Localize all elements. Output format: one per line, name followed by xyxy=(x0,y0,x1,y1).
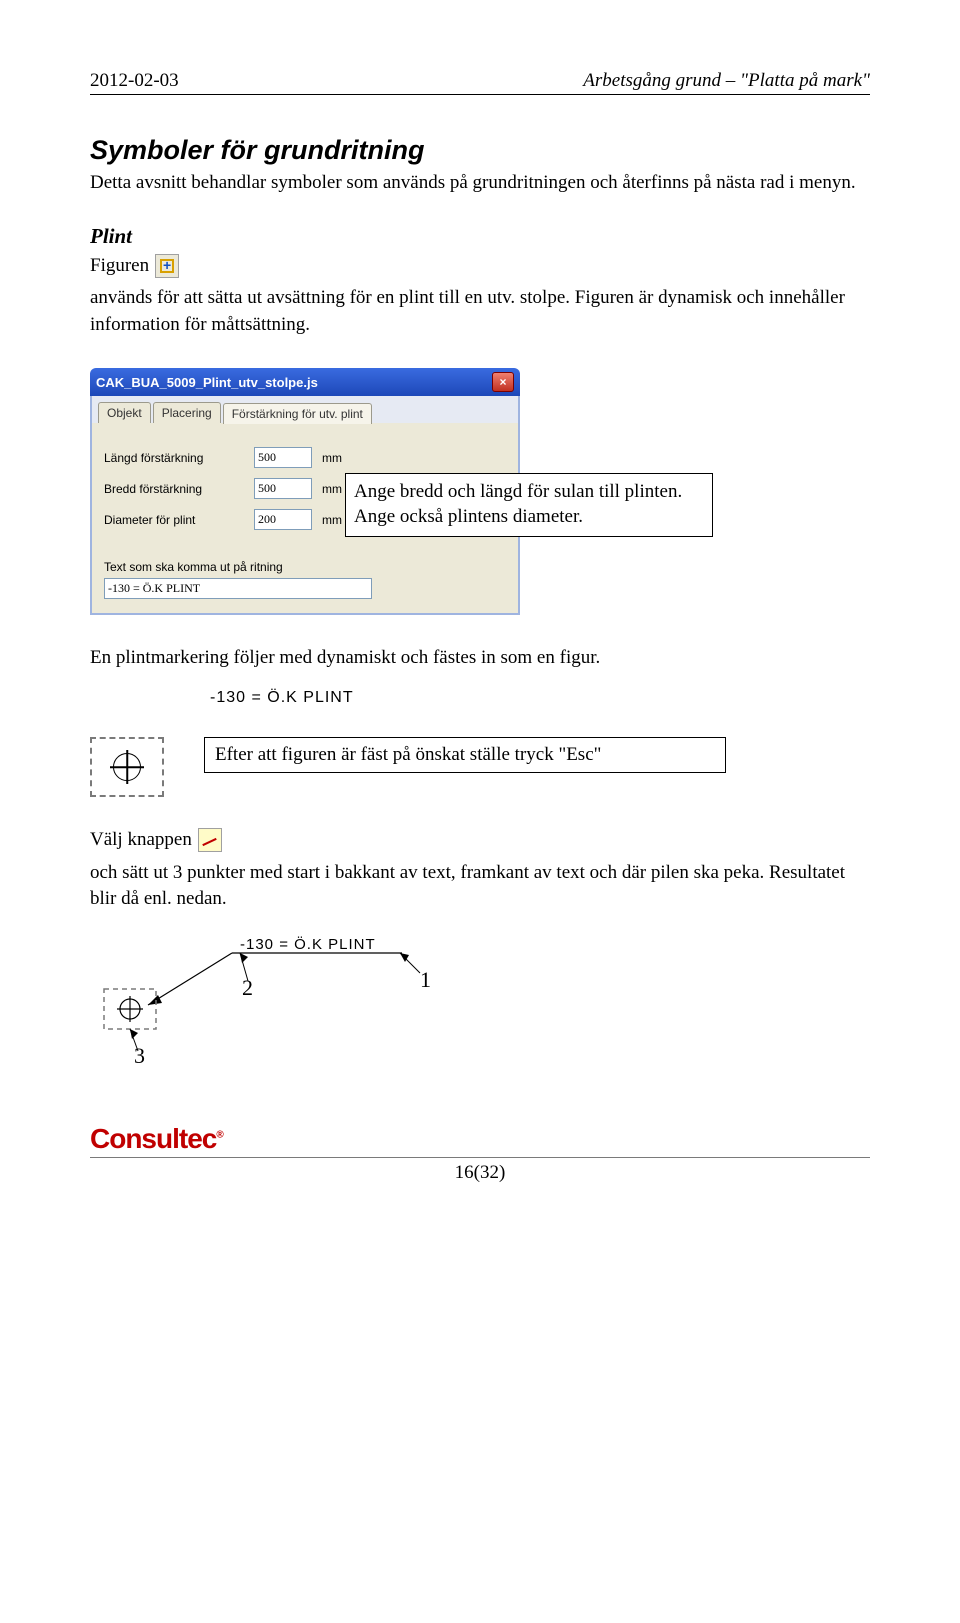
result-figure: -130 = Ö.K PLINT 1 2 3 xyxy=(90,933,510,1063)
result-number-1: 1 xyxy=(420,967,431,993)
dialog-window: CAK_BUA_5009_Plint_utv_stolpe.js × Objek… xyxy=(90,368,520,615)
input-drawing-text[interactable] xyxy=(104,578,372,599)
plint-mark-text: -130 = Ö.K PLINT xyxy=(210,689,870,707)
section-title-plint: Plint xyxy=(90,224,870,249)
unit-width: mm xyxy=(322,482,342,496)
input-width[interactable] xyxy=(254,478,312,499)
plint-line-1a: Figuren xyxy=(90,253,149,280)
plint-line-1b: används för att sätta ut avsättning för … xyxy=(90,285,870,338)
label-drawing-text: Text som ska komma ut på ritning xyxy=(104,560,506,574)
result-number-2: 2 xyxy=(242,975,253,1001)
callout-box: Ange bredd och längd för sulan till plin… xyxy=(345,473,713,536)
close-icon[interactable]: × xyxy=(492,372,514,392)
after-dialog-text: En plintmarkering följer med dynamiskt o… xyxy=(90,645,870,671)
leader-text-b: och sätt ut 3 punkter med start i bakkan… xyxy=(90,860,870,913)
label-length: Längd förstärkning xyxy=(104,451,254,465)
leader-text-a: Välj knappen xyxy=(90,827,192,854)
tab-objekt[interactable]: Objekt xyxy=(98,402,151,423)
intro-paragraph: Detta avsnitt behandlar symboler som anv… xyxy=(90,170,870,196)
label-width: Bredd förstärkning xyxy=(104,482,254,496)
page-heading: Symboler för grundritning xyxy=(90,135,870,166)
esc-instruction-box: Efter att figuren är fäst på önskat stäl… xyxy=(204,737,726,773)
tab-placering[interactable]: Placering xyxy=(153,402,221,423)
result-number-3: 3 xyxy=(134,1043,145,1069)
leader-tool-icon xyxy=(198,828,222,852)
label-diameter: Diameter för plint xyxy=(104,513,254,527)
plint-mark-symbol xyxy=(90,737,164,797)
dialog-title: CAK_BUA_5009_Plint_utv_stolpe.js xyxy=(96,375,318,390)
input-diameter[interactable] xyxy=(254,509,312,530)
input-length[interactable] xyxy=(254,447,312,468)
unit-length: mm xyxy=(322,451,342,465)
callout-line-2: Ange också plintens diameter. xyxy=(354,505,704,530)
footer-page-number: 16(32) xyxy=(90,1157,870,1184)
callout-line-1: Ange bredd och längd för sulan till plin… xyxy=(354,480,704,505)
footer-logo: Consultec® xyxy=(90,1123,870,1155)
plint-tool-icon xyxy=(155,254,179,278)
tab-forstarkning[interactable]: Förstärkning för utv. plint xyxy=(223,403,372,424)
unit-diameter: mm xyxy=(322,513,342,527)
header-date: 2012-02-03 xyxy=(90,70,179,92)
header-doc-title: Arbetsgång grund – "Platta på mark" xyxy=(583,70,870,92)
result-text-svg: -130 = Ö.K PLINT xyxy=(240,935,376,953)
